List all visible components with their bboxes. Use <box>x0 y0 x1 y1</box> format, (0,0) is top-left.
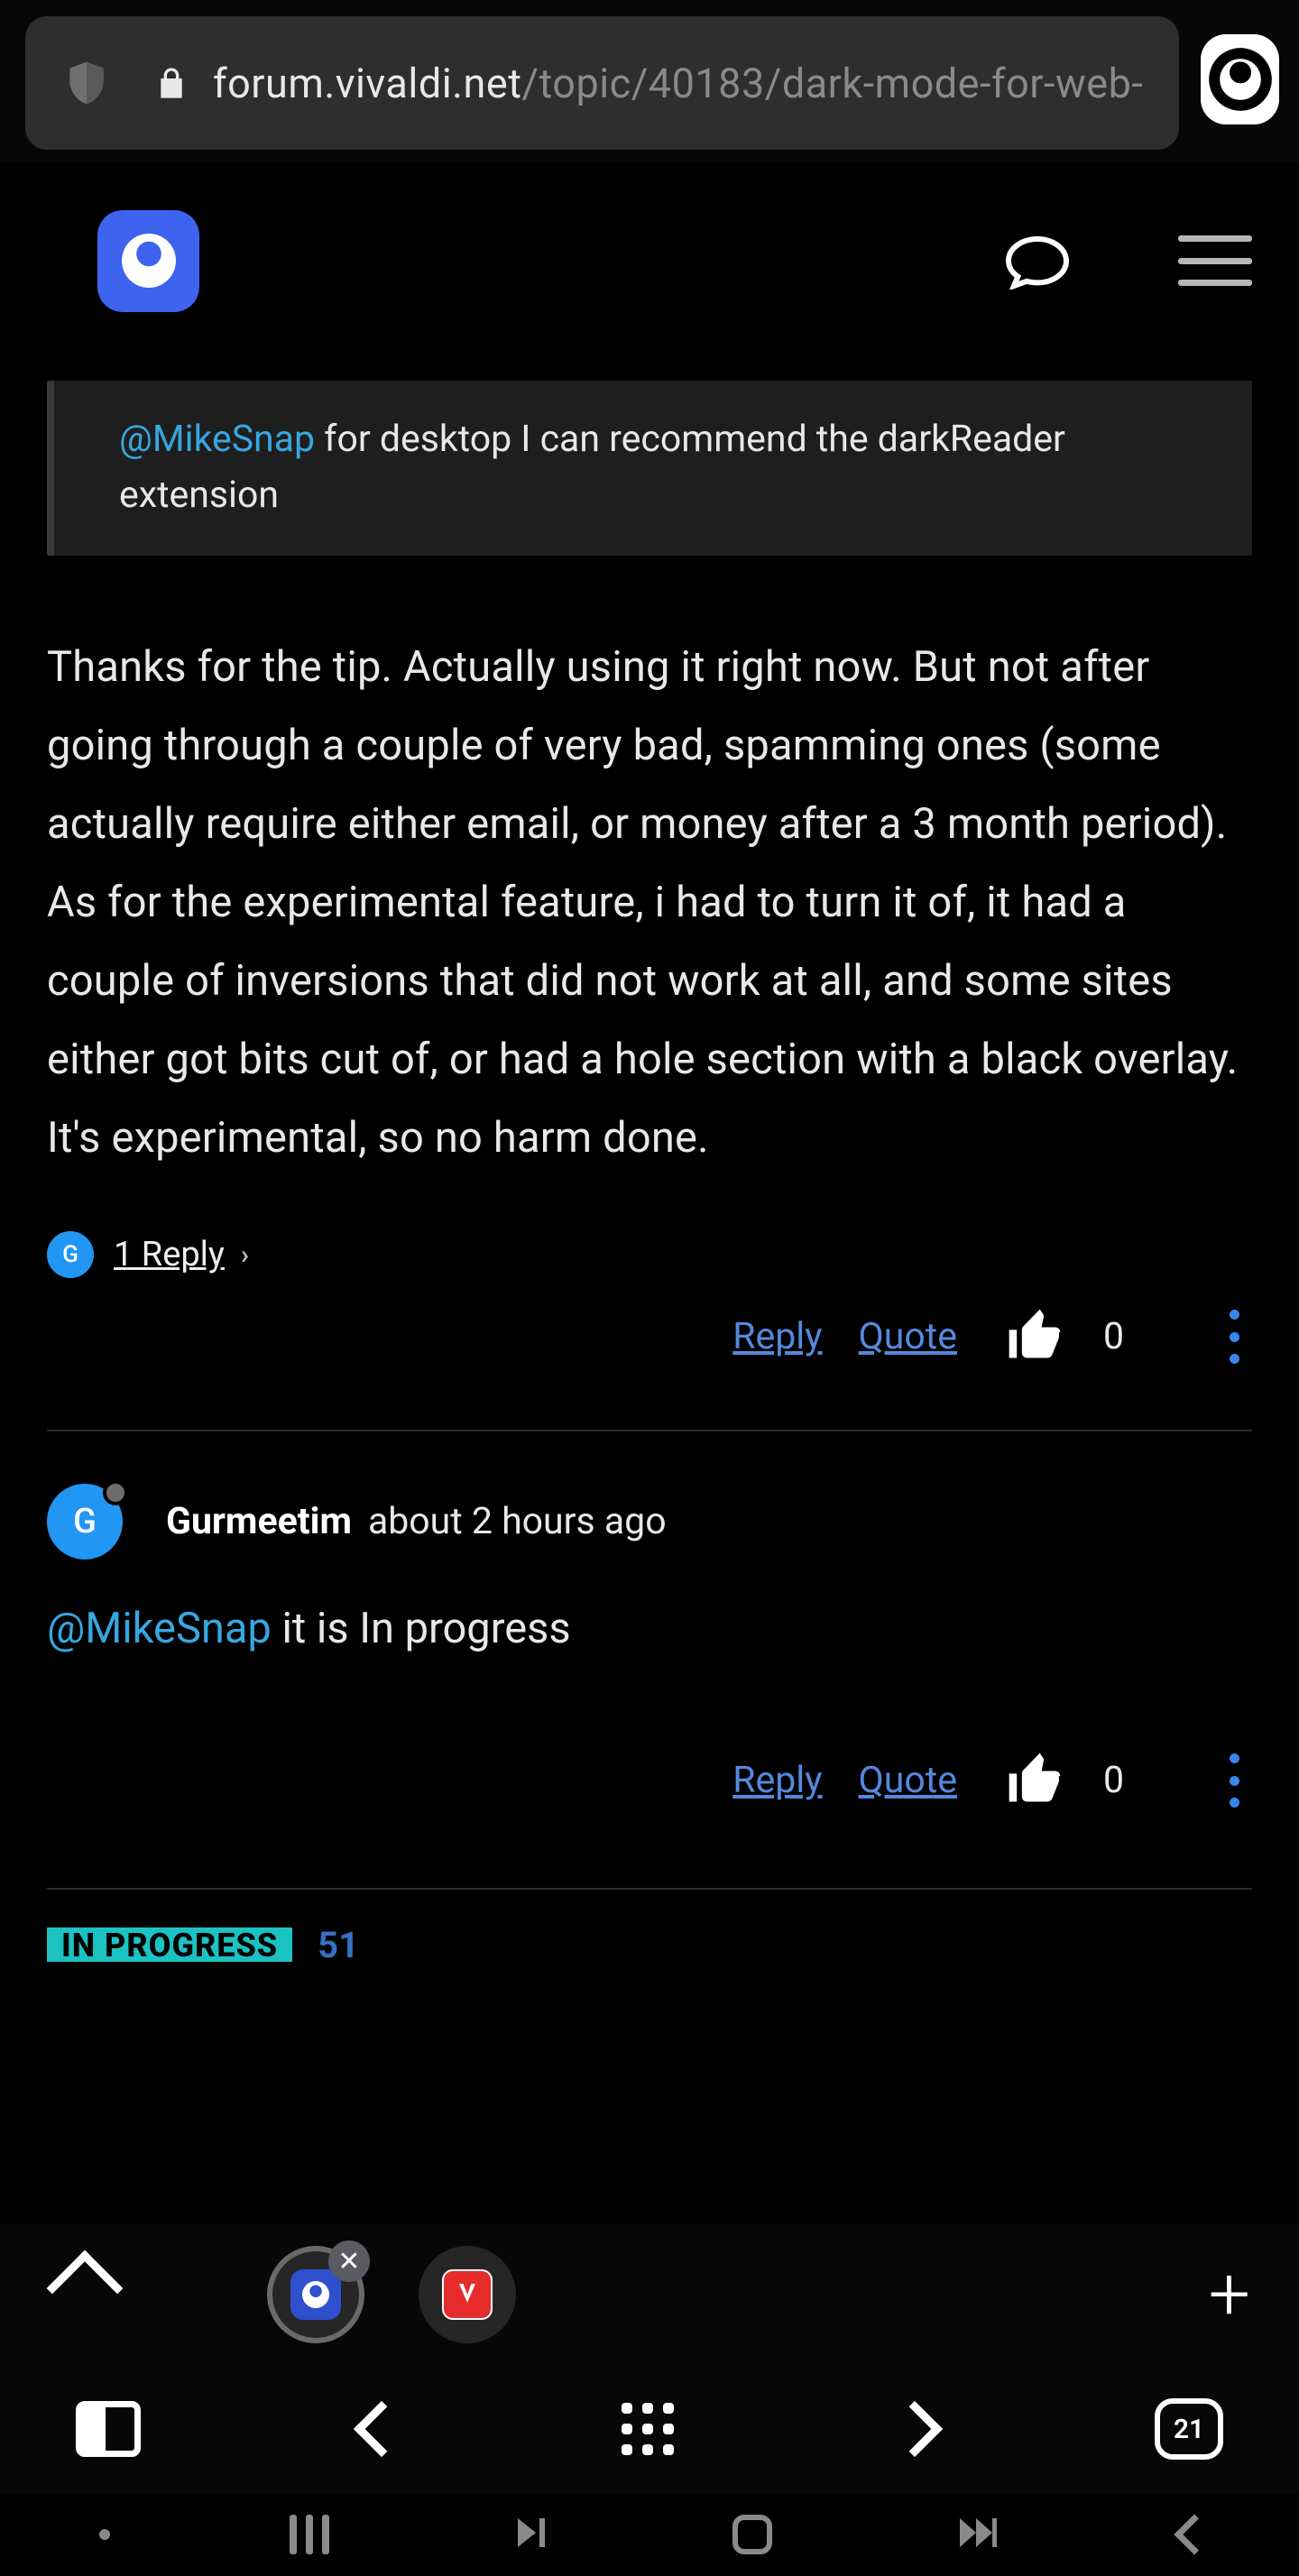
mention[interactable]: @MikeSnap <box>47 1604 272 1653</box>
post-header: G Gurmeetim about 2 hours ago <box>47 1484 1252 1559</box>
chevron-up-icon[interactable] <box>47 2250 124 2327</box>
post-paragraph-1: Thanks for the tip. Actually using it ri… <box>47 628 1252 863</box>
url-text: forum.vivaldi.net/topic/40183/dark-mode-… <box>213 60 1143 107</box>
panel-toggle-icon[interactable] <box>76 2401 141 2457</box>
content-area: @MikeSnap for desktop I can recommend th… <box>0 301 1299 1962</box>
home-icon[interactable] <box>732 2515 772 2554</box>
indicator-dot <box>99 2529 110 2540</box>
browser-top-bar: forum.vivaldi.net/topic/40183/dark-mode-… <box>0 0 1299 162</box>
post-actions: Reply Quote 0 <box>47 1745 1252 1816</box>
reply-button[interactable]: Reply <box>732 1759 822 1802</box>
chat-icon[interactable] <box>1005 232 1070 290</box>
quote-block: @MikeSnap for desktop I can recommend th… <box>47 381 1252 556</box>
play-pause-icon[interactable] <box>509 2511 552 2558</box>
thumbs-up-icon[interactable] <box>1002 1304 1067 1369</box>
status-row: IN PROGRESS 51 <box>47 1927 1252 1962</box>
tab-favicon <box>290 2269 341 2320</box>
reply-avatar[interactable]: G <box>47 1231 94 1278</box>
avatar[interactable]: G <box>47 1484 123 1559</box>
post-divider <box>47 1430 1252 1431</box>
tab-favicon <box>442 2269 493 2320</box>
timestamp: about 2 hours ago <box>368 1500 667 1543</box>
skip-forward-icon[interactable] <box>952 2511 1000 2558</box>
username[interactable]: Gurmeetim <box>166 1500 352 1543</box>
url-path: /topic/40183/dark-mode-for-web- <box>521 60 1143 107</box>
chevron-right-icon: › <box>241 1239 249 1271</box>
page-header <box>0 162 1299 301</box>
tabs-count-button[interactable]: 21 <box>1155 2398 1223 2460</box>
reply-button[interactable]: Reply <box>732 1315 822 1358</box>
presence-indicator <box>103 1480 128 1505</box>
bottom-toolbar: 21 <box>0 2365 1299 2493</box>
more-options-icon[interactable] <box>1223 1753 1245 1808</box>
new-tab-button[interactable]: + <box>1209 2251 1250 2338</box>
thumbs-up-icon[interactable] <box>1002 1748 1067 1813</box>
quote-button[interactable]: Quote <box>859 1315 957 1358</box>
address-bar[interactable]: forum.vivaldi.net/topic/40183/dark-mode-… <box>25 16 1179 150</box>
quote-mention[interactable]: @MikeSnap <box>119 418 315 461</box>
hamburger-menu-icon[interactable] <box>1178 235 1252 286</box>
site-logo[interactable] <box>97 210 199 312</box>
forward-icon[interactable] <box>886 2401 942 2457</box>
lock-icon <box>153 65 189 101</box>
status-count: 51 <box>318 1927 359 1962</box>
post-paragraph-2: As for the experimental feature, i had t… <box>47 863 1252 1177</box>
vote-count: 0 <box>1103 1315 1124 1358</box>
status-chip: IN PROGRESS <box>47 1927 292 1962</box>
post-body: Thanks for the tip. Actually using it ri… <box>47 628 1252 1177</box>
speed-dial-icon[interactable] <box>622 2403 674 2455</box>
back-icon[interactable] <box>353 2401 409 2457</box>
system-back-icon[interactable] <box>1174 2514 1214 2554</box>
vote-count: 0 <box>1103 1759 1124 1802</box>
more-options-icon[interactable] <box>1223 1310 1245 1364</box>
post-divider <box>47 1888 1252 1890</box>
url-host: forum.vivaldi.net <box>213 60 521 107</box>
tab-strip: ✕ + <box>0 2224 1299 2365</box>
tab-bubble[interactable] <box>419 2246 516 2343</box>
shield-icon[interactable] <box>61 58 112 108</box>
vivaldi-badge[interactable] <box>1201 34 1279 124</box>
recents-icon[interactable] <box>290 2515 329 2554</box>
quote-button[interactable]: Quote <box>859 1759 957 1802</box>
reply-count[interactable]: 1 Reply <box>114 1235 225 1274</box>
close-tab-icon[interactable]: ✕ <box>328 2240 370 2282</box>
system-nav-bar <box>0 2493 1299 2576</box>
replies-row[interactable]: G 1 Reply › <box>47 1231 1252 1278</box>
post-actions: Reply Quote 0 <box>47 1302 1252 1372</box>
tab-bubble-active[interactable]: ✕ <box>267 2246 364 2343</box>
post-body: @MikeSnap it is In progress <box>47 1597 1252 1661</box>
